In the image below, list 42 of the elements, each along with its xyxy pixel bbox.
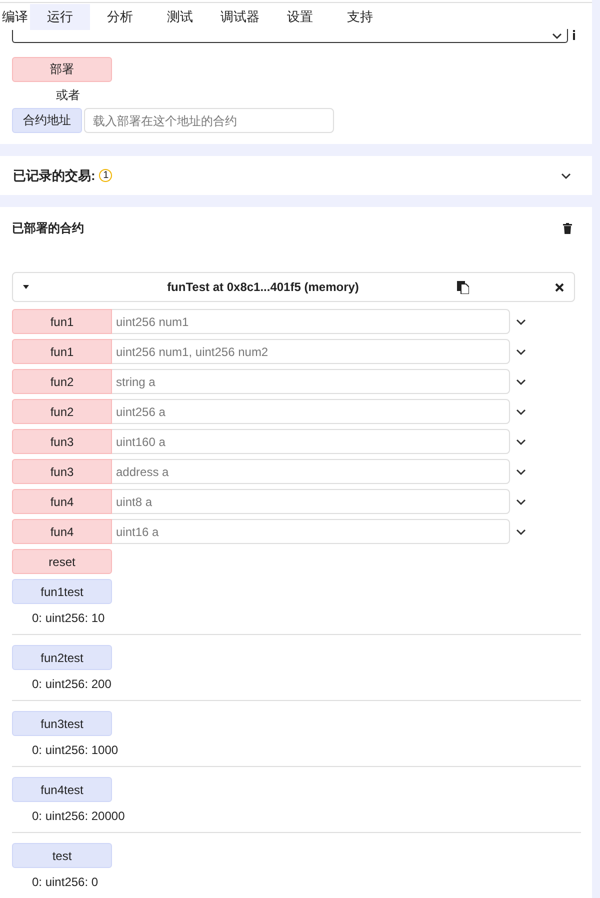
call-button[interactable]: fun2test bbox=[12, 645, 112, 670]
argument-field[interactable]: uint256 a bbox=[112, 399, 510, 424]
argument-field[interactable]: address a bbox=[112, 459, 510, 484]
call-output: 0: uint256: 10 bbox=[31, 610, 106, 625]
function-button[interactable]: fun4 bbox=[12, 519, 112, 544]
function-button[interactable]: fun3 bbox=[12, 459, 112, 484]
function-button[interactable]: fun1 bbox=[12, 309, 112, 334]
function-button[interactable]: fun2 bbox=[12, 369, 112, 394]
call-button[interactable]: fun4test bbox=[12, 777, 112, 802]
instance-header[interactable]: funTest at 0x8c1...401f5 (memory) bbox=[12, 272, 575, 302]
call-button[interactable]: fun1test bbox=[12, 579, 112, 604]
argument-field[interactable]: uint256 num1, uint256 num2 bbox=[112, 339, 510, 364]
tab[interactable]: 运行 bbox=[30, 4, 90, 30]
or-label: 或者 bbox=[55, 87, 81, 104]
contract-select[interactable] bbox=[12, 29, 568, 43]
call-button[interactable]: fun3test bbox=[12, 711, 112, 736]
trash-icon[interactable] bbox=[563, 222, 572, 234]
function-button[interactable]: fun2 bbox=[12, 399, 112, 424]
call-output: 0: uint256: 1000 bbox=[31, 742, 120, 757]
function-button[interactable]: reset bbox=[12, 549, 112, 574]
copy-icon[interactable] bbox=[457, 280, 469, 294]
instance-title: funTest at 0x8c1...401f5 (memory) bbox=[166, 280, 360, 294]
deploy-button[interactable]: 部署 bbox=[12, 57, 112, 82]
argument-field[interactable]: uint160 a bbox=[112, 429, 510, 454]
call-output: 0: uint256: 0 bbox=[31, 874, 100, 889]
deployed-title: 已部署的合约 bbox=[12, 220, 84, 236]
call-button[interactable]: test bbox=[12, 843, 112, 868]
caret-icon[interactable] bbox=[23, 285, 29, 289]
address-field[interactable]: 载入部署在这个地址的合约 bbox=[84, 108, 334, 133]
function-button[interactable]: fun3 bbox=[12, 429, 112, 454]
close-icon[interactable] bbox=[555, 282, 564, 292]
call-output: 0: uint256: 20000 bbox=[31, 808, 126, 823]
function-button[interactable]: fun4 bbox=[12, 489, 112, 514]
function-button[interactable]: fun1 bbox=[12, 339, 112, 364]
argument-field[interactable]: string a bbox=[112, 369, 510, 394]
at-address-button[interactable]: 合约地址 bbox=[12, 108, 82, 133]
count-badge: 1 bbox=[99, 169, 112, 182]
argument-field[interactable]: uint8 a bbox=[112, 489, 510, 514]
argument-field[interactable]: uint256 num1 bbox=[112, 309, 510, 334]
transactions-title: 已记录的交易: bbox=[13, 166, 96, 184]
call-output: 0: uint256: 200 bbox=[31, 676, 112, 691]
argument-field[interactable]: uint16 a bbox=[112, 519, 510, 544]
